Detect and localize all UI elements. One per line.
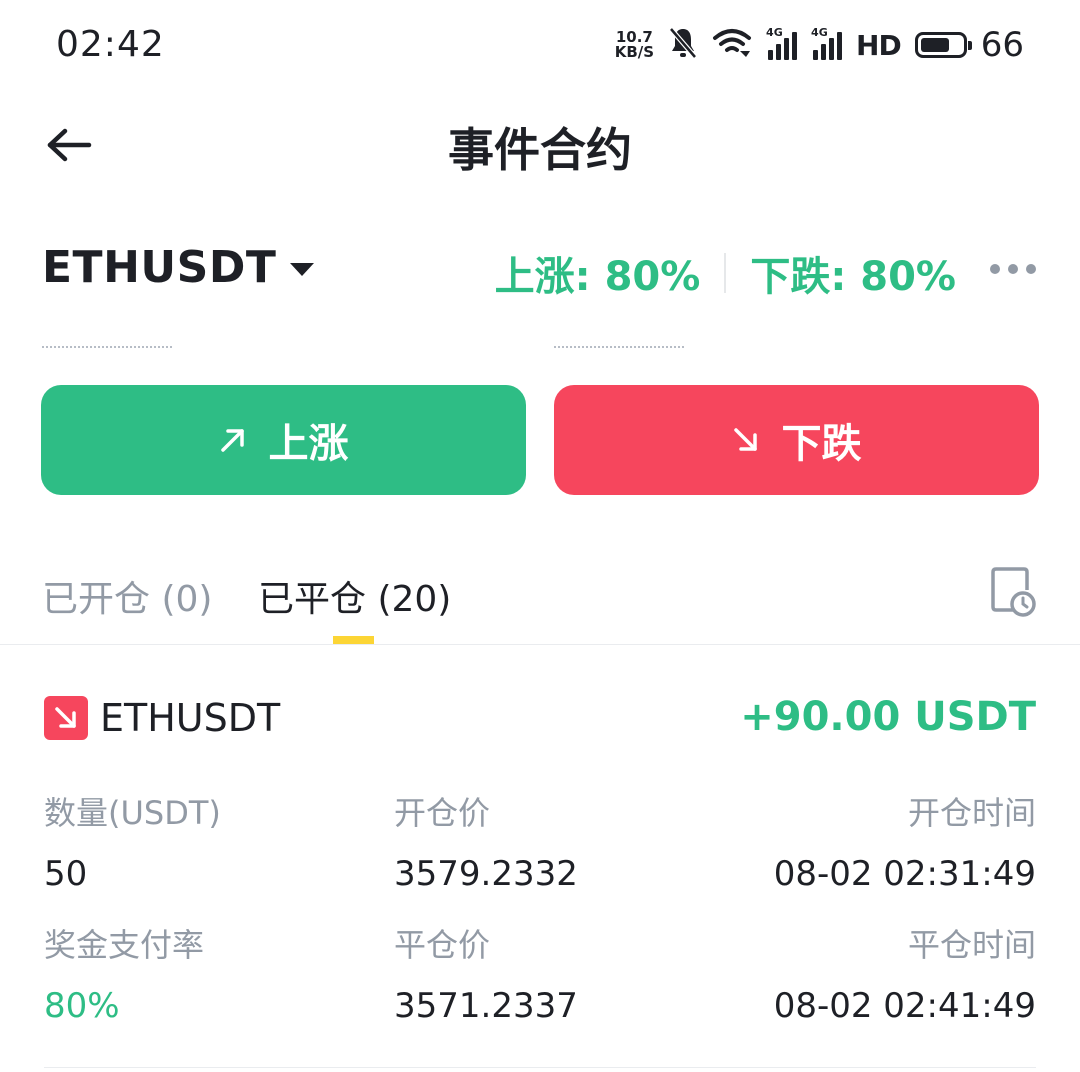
open-price-value: 3579.2332 [394, 854, 578, 894]
close-time-cell: 平仓时间 08-02 02:41:49 [774, 920, 1036, 1026]
status-icons: 10.7 KB/S 4G 4G HD 66 [615, 22, 1024, 68]
clipped-label [42, 318, 172, 348]
tab-active-indicator [333, 636, 374, 644]
rate-divider [724, 253, 727, 293]
arrow-up-right-icon [220, 429, 244, 452]
close-time-value: 08-02 02:41:49 [773, 986, 1036, 1026]
open-price-label: 开仓价 [394, 794, 491, 832]
direction-down-badge [44, 696, 88, 740]
payout-cell: 奖金支付率 80% [44, 920, 204, 1026]
payout-value: 80% [44, 986, 120, 1026]
rate-down: 下跌: 80% [750, 254, 956, 300]
net-speed-unit: KB/S [614, 43, 655, 61]
tab-open-positions[interactable]: 已开仓 (0) [42, 570, 212, 622]
down-button-label: 下跌 [781, 421, 862, 467]
position-symbol: ETHUSDT [100, 696, 281, 740]
quantity-label: 数量(USDT) [44, 794, 221, 832]
tab-closed-positions[interactable]: 已平仓 (20) [258, 570, 451, 622]
clipped-info-row [0, 318, 1080, 352]
status-bar: 02:42 10.7 KB/S 4G 4G HD 66 [0, 0, 1080, 90]
open-time-value: 08-02 02:31:49 [773, 854, 1036, 894]
open-price-cell: 开仓价 3579.2332 [394, 788, 578, 894]
position-card[interactable]: ETHUSDT +90.00 USDT 数量(USDT) 50 开仓价 3579… [0, 680, 1080, 1072]
pair-selector[interactable]: ETHUSDT [42, 242, 315, 293]
more-options-icon[interactable] [990, 264, 1036, 274]
app-root: 02:42 10.7 KB/S 4G 4G HD 66 事件合约 ETHUSDT… [0, 0, 1080, 1072]
rate-up: 上涨: 80% [494, 254, 701, 300]
pair-row: ETHUSDT 上涨: 80% 下跌: 80% [0, 236, 1080, 306]
net-speed: 10.7 KB/S [615, 30, 654, 60]
card-divider [44, 1067, 1036, 1068]
close-time-label: 平仓时间 [907, 926, 1036, 964]
quantity-value: 50 [44, 854, 88, 894]
page-title: 事件合约 [448, 123, 632, 177]
close-price-cell: 平仓价 3571.2337 [394, 920, 578, 1026]
position-pnl: +90.00 USDT [740, 694, 1036, 740]
open-time-label: 开仓时间 [907, 794, 1036, 832]
down-button[interactable]: 下跌 [554, 385, 1039, 495]
bell-muted-icon [668, 26, 698, 64]
history-button[interactable] [990, 566, 1038, 618]
open-time-cell: 开仓时间 08-02 02:31:49 [774, 788, 1036, 894]
battery-icon [914, 32, 972, 58]
header: 事件合约 [0, 100, 1080, 190]
signal-tag: 4G [811, 26, 828, 39]
payout-rates: 上涨: 80% 下跌: 80% [495, 244, 956, 302]
quantity-cell: 数量(USDT) 50 [44, 788, 221, 894]
signal-strength-icon: 4G [766, 26, 798, 60]
status-time: 02:42 [56, 24, 165, 65]
arrow-down-right-icon [55, 707, 76, 728]
up-button[interactable]: 上涨 [41, 385, 526, 495]
position-header: ETHUSDT [44, 696, 280, 740]
clipped-label [554, 318, 684, 348]
close-price-label: 平仓价 [394, 926, 491, 964]
signal-tag: 4G [766, 26, 783, 39]
position-tabs: 已开仓 (0) 已平仓 (20) [0, 560, 1080, 645]
wifi-icon [712, 27, 752, 63]
pair-name: ETHUSDT [42, 242, 277, 293]
signal-strength-icon: 4G [811, 26, 843, 60]
up-button-label: 上涨 [268, 421, 349, 467]
payout-label: 奖金支付率 [44, 926, 205, 964]
history-clock-icon [991, 567, 1036, 617]
hd-voice-icon: HD [856, 28, 902, 62]
close-price-value: 3571.2337 [394, 986, 578, 1026]
arrow-down-right-icon [733, 428, 757, 451]
caret-down-icon [290, 263, 315, 276]
battery-level: 66 [980, 25, 1024, 65]
